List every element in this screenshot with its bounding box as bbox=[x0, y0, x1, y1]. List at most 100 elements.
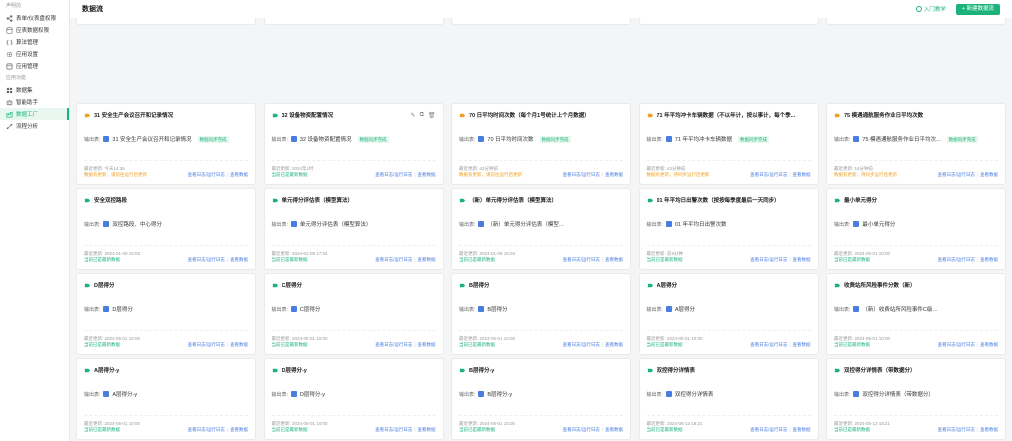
dataflow-card[interactable]: C层得分 输出表: C层得分 最近更新: 2024-05-01 10:00 当前已是最新… bbox=[263, 273, 444, 355]
view-data-link[interactable]: 查看数据 bbox=[418, 257, 436, 262]
view-data-link[interactable]: 查看数据 bbox=[230, 427, 248, 432]
view-data-link[interactable]: 查看数据 bbox=[980, 172, 998, 177]
sidebar-item-1-1[interactable]: 智能助手 bbox=[0, 96, 69, 108]
view-log-link[interactable]: 查看日志/运行日志 bbox=[750, 342, 787, 347]
view-log-link[interactable]: 查看日志/运行日志 bbox=[563, 257, 600, 262]
sidebar-item-0-3[interactable]: 应用设置 bbox=[0, 48, 69, 60]
dataflow-card[interactable]: 双控得分详情表 输出表: 双控得分详情表 最近更新: 2024-05-13 18:21… bbox=[638, 358, 819, 440]
view-data-link[interactable]: 查看数据 bbox=[605, 427, 623, 432]
dataflow-card[interactable]: D层得分 输出表: D层得分 最近更新: 2024-05-01 10:00 当前已是最新… bbox=[76, 273, 256, 355]
new-dataflow-button[interactable]: + 新建数据流 bbox=[955, 3, 1000, 15]
guide-link[interactable]: 入门教学 bbox=[915, 5, 946, 13]
dataflow-card[interactable]: 30 安全教育培训完成报告输出表:30 安全教育培训完成报告数据同步完成最近更新… bbox=[826, 18, 1006, 25]
view-data-link[interactable]: 查看数据 bbox=[793, 342, 811, 347]
view-log-link[interactable]: 查看日志/运行日志 bbox=[375, 427, 412, 432]
dataflow-card[interactable]: 最小单元得分 输出表: 最小单元得分 最近更新: 2024-05-01 10:00 当前… bbox=[826, 188, 1006, 270]
output-table-link[interactable]: A层得分 bbox=[675, 305, 695, 313]
view-data-link[interactable]: 查看数据 bbox=[980, 257, 998, 262]
dataflow-card[interactable]: A层得分-y 输出表: A层得分-y 最近更新: 2024-05-01 10:00 当前… bbox=[76, 358, 256, 440]
view-log-link[interactable]: 查看日志/运行日志 bbox=[188, 342, 225, 347]
dataflow-card[interactable]: B层得分-y 输出表: B层得分-y 最近更新: 2024-05-01 10:00 当前… bbox=[451, 358, 631, 440]
edit-icon[interactable]: ✎ bbox=[411, 112, 416, 119]
view-log-link[interactable]: 查看日志/运行日志 bbox=[375, 172, 412, 177]
dataflow-card[interactable]: B层得分 输出表: B层得分 最近更新: 2024-05-01 10:00 当前已是最新… bbox=[451, 273, 631, 355]
output-table-link[interactable]: D层得分 bbox=[112, 305, 132, 313]
view-log-link[interactable]: 查看日志/运行日志 bbox=[938, 257, 975, 262]
dataflow-card[interactable]: A层得分 输出表: A层得分 最近更新: 2024-05-01 10:00 当前已是最新… bbox=[638, 273, 819, 355]
view-data-link[interactable]: 查看数据 bbox=[418, 427, 436, 432]
output-table-link[interactable]: 最小单元得分 bbox=[862, 220, 895, 228]
view-data-link[interactable]: 查看数据 bbox=[418, 172, 436, 177]
view-log-link[interactable]: 查看日志/运行日志 bbox=[750, 257, 787, 262]
sidebar-item-0-0[interactable]: 表单/仪表盘权限 bbox=[0, 12, 69, 24]
output-table-link[interactable]: 32 设备物资配置情况 bbox=[300, 135, 352, 143]
sidebar-item-0-1[interactable]: 应表数据权限 bbox=[0, 24, 69, 36]
dataflow-card[interactable]: （新）单元得分评估表（模型算法） 输出表: （新）单元得分评估表（模型算法... 最近… bbox=[451, 188, 631, 270]
view-log-link[interactable]: 查看日志/运行日志 bbox=[563, 342, 600, 347]
output-table-link[interactable]: C层得分 bbox=[300, 305, 320, 313]
view-data-link[interactable]: 查看数据 bbox=[793, 172, 811, 177]
view-data-link[interactable]: 查看数据 bbox=[605, 172, 623, 177]
view-data-link[interactable]: 查看数据 bbox=[793, 427, 811, 432]
dataflow-card[interactable]: 75 模遇通航服务作业日平均次数 输出表: 75 模遇通航服务作业日平均次... 数据… bbox=[826, 103, 1006, 185]
output-table-link[interactable]: 01 年平均日出警次数 bbox=[675, 220, 727, 228]
dataflow-card[interactable]: 双控得分详情表（带数据分） 输出表: 双控得分详情表（带数据分） 最近更新: 2024… bbox=[826, 358, 1006, 440]
output-table-link[interactable]: （新）收费站所风险事件C级分数 bbox=[862, 305, 942, 313]
dataflow-card[interactable]: 23 等级申请过比输出表:23 等级申请过比数据同步完成最近更新: 今天10:3… bbox=[263, 18, 444, 25]
view-data-link[interactable]: 查看数据 bbox=[605, 342, 623, 347]
output-table-link[interactable]: 31 安全生产会议召开和记录情况 bbox=[112, 135, 191, 143]
dataflow-card[interactable]: 29 事件检测系统输出表:29 事件检测系统数据同步完成最近更新: 2024-0… bbox=[638, 18, 819, 25]
view-data-link[interactable]: 查看数据 bbox=[230, 342, 248, 347]
view-log-link[interactable]: 查看日志/运行日志 bbox=[563, 172, 600, 177]
copy-icon[interactable]: ⧉ bbox=[420, 112, 424, 119]
view-log-link[interactable]: 查看日志/运行日志 bbox=[375, 257, 412, 262]
output-table-link[interactable]: 双控路段、中心得分 bbox=[112, 220, 162, 228]
view-data-link[interactable]: 查看数据 bbox=[230, 257, 248, 262]
sidebar-item-0-2[interactable]: 算法管理 bbox=[0, 36, 69, 48]
view-log-link[interactable]: 查看日志/运行日志 bbox=[938, 342, 975, 347]
delete-icon[interactable]: 🗑 bbox=[428, 112, 436, 119]
sidebar-item-0-4[interactable]: 应用管理 bbox=[0, 60, 69, 72]
output-table-link[interactable]: B层得分-y bbox=[487, 390, 512, 398]
dataflow-card[interactable]: 安全双控路段 输出表: 双控路段、中心得分 最近更新: 2024-01-09 15:0… bbox=[76, 188, 256, 270]
output-table-link[interactable]: D层得分-y bbox=[300, 390, 325, 398]
view-data-link[interactable]: 查看数据 bbox=[230, 172, 248, 177]
sidebar-item-1-0[interactable]: 数据集 bbox=[0, 84, 69, 96]
view-log-link[interactable]: 查看日志/运行日志 bbox=[750, 172, 787, 177]
view-log-link[interactable]: 查看日志/运行日志 bbox=[938, 172, 975, 177]
sync-note: 数据有更新，请前往运行后更新 bbox=[459, 172, 522, 177]
view-log-link[interactable]: 查看日志/运行日志 bbox=[188, 427, 225, 432]
view-data-link[interactable]: 查看数据 bbox=[605, 257, 623, 262]
dataflow-card[interactable]: 71 年平均冲卡车辆数据（不以年计，按以事计，每个季... 输出表: 71 年平均冲… bbox=[638, 103, 819, 185]
dataflow-card[interactable]: 01 年平均日出警次数（按按每季度最后一天同步） 输出表: 01 年平均日出警次数最… bbox=[638, 188, 819, 270]
dataflow-card[interactable]: 32 设备物资配置情况 ✎ ⧉ 🗑 输出表: 32 设备物资配置情况 数据同步完成 最近更新:… bbox=[263, 103, 444, 185]
dataflow-card[interactable]: 28 高温天数输出表:28 高温天数数据同步完成最近更新: 今天10:33当前已… bbox=[451, 18, 631, 25]
view-data-link[interactable]: 查看数据 bbox=[980, 427, 998, 432]
dataflow-card[interactable]: 单元得分评估表（模型算法） 输出表: 单元得分评估表（模型算法） 最近更新: 2024… bbox=[263, 188, 444, 270]
dataflow-card[interactable]: D层得分-y 输出表: D层得分-y 最近更新: 2024-05-01 10:00 当前… bbox=[263, 358, 444, 440]
view-log-link[interactable]: 查看日志/运行日志 bbox=[750, 427, 787, 432]
sidebar-item-1-2[interactable]: 数据工厂 bbox=[0, 108, 69, 120]
output-table-link[interactable]: B层得分 bbox=[487, 305, 507, 313]
view-log-link[interactable]: 查看日志/运行日志 bbox=[375, 342, 412, 347]
view-log-link[interactable]: 查看日志/运行日志 bbox=[188, 172, 225, 177]
output-table-link[interactable]: 70 日平均时间次数 bbox=[487, 135, 533, 143]
dataflow-card[interactable]: 31 安全生产会议召开和记录情况 输出表: 31 安全生产会议召开和记录情况 数据同步… bbox=[76, 103, 256, 185]
output-table-link[interactable]: 75 模遇通航服务作业日平均次... bbox=[862, 135, 940, 143]
view-data-link[interactable]: 查看数据 bbox=[793, 257, 811, 262]
output-table-link[interactable]: A层得分-y bbox=[112, 390, 137, 398]
view-log-link[interactable]: 查看日志/运行日志 bbox=[938, 427, 975, 432]
output-table-link[interactable]: 71 年平均冲卡车辆数据 bbox=[675, 135, 732, 143]
dataflow-card[interactable]: 70 日平均时间次数（每个月1号统计上个月数据） 输出表: 70 日平均时间次数 数据… bbox=[451, 103, 631, 185]
view-log-link[interactable]: 查看日志/运行日志 bbox=[563, 427, 600, 432]
output-table-link[interactable]: （新）单元得分评估表（模型算法... bbox=[487, 220, 567, 228]
view-data-link[interactable]: 查看数据 bbox=[418, 342, 436, 347]
view-log-link[interactable]: 查看日志/运行日志 bbox=[188, 257, 225, 262]
output-table-link[interactable]: 双控得分详情表 bbox=[675, 390, 714, 398]
dataflow-card[interactable]: 收费站所风险事件分数（新） 输出表: （新）收费站所风险事件C级分数 最近更新: 20… bbox=[826, 273, 1006, 355]
sidebar-item-1-3[interactable]: 流程分析 bbox=[0, 120, 69, 132]
dataflow-card[interactable]: 11 高层车辆月均能耗次数输出表:11 高层车辆月均能耗次数数据同步完成最近更新… bbox=[76, 18, 256, 25]
view-data-link[interactable]: 查看数据 bbox=[980, 342, 998, 347]
output-table-link[interactable]: 双控得分详情表（带数据分） bbox=[862, 390, 934, 398]
output-table-link[interactable]: 单元得分评估表（模型算法） bbox=[300, 220, 372, 228]
